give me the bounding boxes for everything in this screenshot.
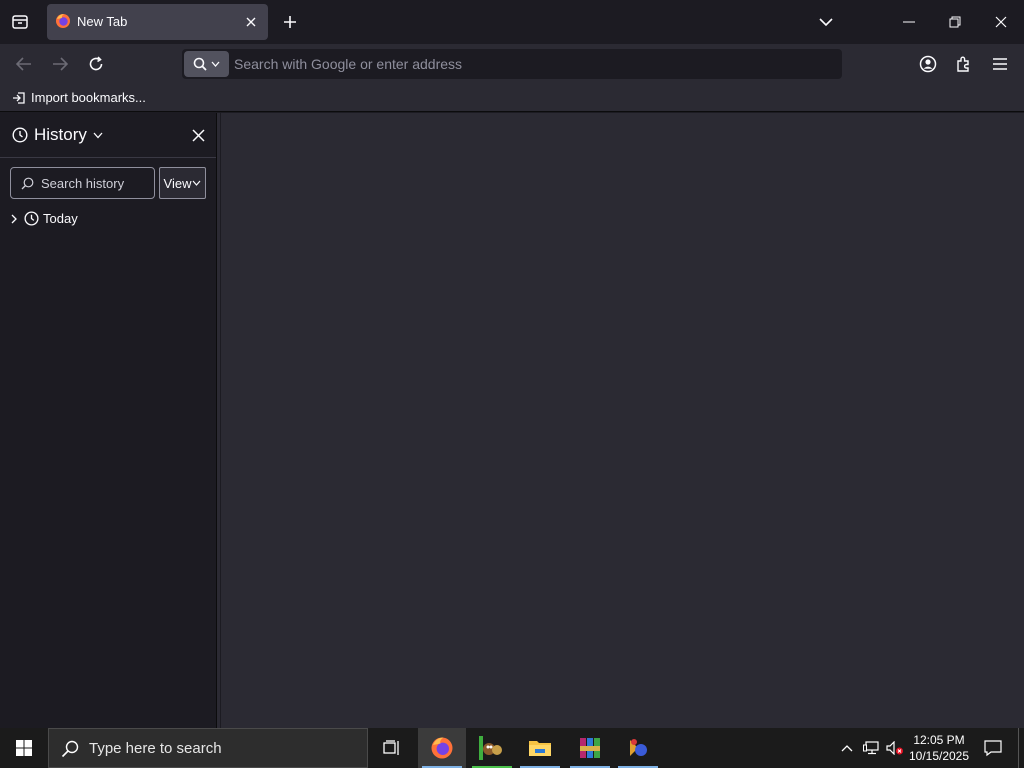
clock-icon bbox=[24, 211, 39, 226]
bookmarks-toolbar: Import bookmarks... bbox=[0, 84, 1024, 112]
search-history-input[interactable] bbox=[41, 168, 151, 198]
address-bar bbox=[182, 49, 842, 79]
hamburger-menu-icon bbox=[993, 58, 1007, 70]
navigation-toolbar bbox=[0, 44, 1024, 84]
forward-button[interactable] bbox=[46, 50, 74, 78]
account-button[interactable] bbox=[914, 50, 942, 78]
restore-icon bbox=[949, 16, 961, 28]
sidebar-divider bbox=[0, 157, 216, 158]
back-button[interactable] bbox=[10, 50, 38, 78]
network-icon bbox=[863, 741, 879, 755]
import-bookmarks-label: Import bookmarks... bbox=[31, 90, 146, 105]
clock-date: 10/15/2025 bbox=[908, 749, 970, 763]
tab-strip: New Tab bbox=[0, 0, 1024, 44]
taskbar-search-placeholder: Type here to search bbox=[89, 740, 222, 757]
taskbar-file-explorer[interactable] bbox=[516, 728, 564, 768]
close-window-button[interactable] bbox=[978, 0, 1024, 44]
chevron-down-icon bbox=[193, 180, 201, 186]
url-input[interactable] bbox=[234, 49, 834, 79]
app-menu-button[interactable] bbox=[986, 50, 1014, 78]
search-icon bbox=[21, 177, 34, 190]
restore-button[interactable] bbox=[932, 0, 978, 44]
close-sidebar-button[interactable] bbox=[184, 123, 212, 147]
task-view-button[interactable] bbox=[368, 728, 416, 768]
taskbar-search-box[interactable]: Type here to search bbox=[48, 728, 368, 768]
close-icon bbox=[191, 128, 205, 142]
sidebar-splitter[interactable] bbox=[216, 113, 220, 728]
sidebar-header: History bbox=[0, 113, 216, 157]
sidebar-title: History bbox=[34, 125, 87, 144]
firefox-icon bbox=[56, 14, 70, 28]
search-icon bbox=[193, 57, 207, 71]
network-button[interactable] bbox=[860, 736, 882, 760]
page-content bbox=[221, 113, 1024, 728]
import-bookmarks-button[interactable]: Import bookmarks... bbox=[12, 90, 146, 105]
minimize-icon bbox=[903, 21, 915, 23]
history-sidebar: History View Today bbox=[0, 113, 216, 728]
clock-time: 12:05 PM bbox=[913, 733, 965, 747]
show-hidden-icons-button[interactable] bbox=[836, 736, 858, 760]
import-icon bbox=[13, 91, 25, 104]
new-tab-button[interactable] bbox=[276, 8, 304, 36]
winrar-icon bbox=[580, 738, 600, 758]
notifications-button[interactable] bbox=[978, 728, 1008, 768]
taskbar-app[interactable] bbox=[614, 728, 662, 768]
chevron-right-icon bbox=[11, 214, 17, 223]
tab-new-tab[interactable]: New Tab bbox=[47, 4, 268, 40]
account-icon bbox=[919, 55, 937, 73]
history-group-label: Today bbox=[43, 211, 78, 226]
close-icon bbox=[246, 17, 256, 27]
close-tab-button[interactable] bbox=[241, 12, 261, 32]
view-label: View bbox=[163, 175, 192, 191]
taskbar-game-app[interactable] bbox=[468, 728, 516, 768]
windows-taskbar: Type here to search 12:05 PM 10/15/2025 bbox=[0, 728, 1024, 768]
show-desktop-button[interactable] bbox=[1018, 728, 1024, 768]
chevron-up-icon bbox=[841, 745, 853, 752]
windows-logo-icon bbox=[16, 740, 32, 756]
volume-button[interactable] bbox=[884, 736, 906, 760]
view-menu-button[interactable]: View bbox=[159, 167, 206, 199]
file-explorer-icon bbox=[529, 741, 551, 756]
search-engine-button[interactable] bbox=[184, 51, 229, 77]
close-icon bbox=[995, 16, 1007, 28]
extensions-button[interactable] bbox=[950, 50, 978, 78]
system-clock[interactable]: 12:05 PM 10/15/2025 bbox=[906, 732, 972, 764]
firefox-icon bbox=[431, 737, 453, 759]
chevron-down-icon bbox=[819, 18, 833, 27]
clock-icon bbox=[12, 127, 28, 143]
back-arrow-icon bbox=[16, 57, 31, 71]
chevron-down-icon bbox=[93, 132, 103, 138]
search-icon bbox=[61, 740, 79, 758]
notification-icon bbox=[984, 740, 1002, 757]
minimize-button[interactable] bbox=[886, 0, 932, 44]
search-history-box bbox=[10, 167, 155, 199]
sidebar-switcher-button[interactable]: History bbox=[12, 125, 103, 145]
volume-muted-icon bbox=[886, 741, 903, 755]
forward-arrow-icon bbox=[53, 57, 68, 71]
tab-title: New Tab bbox=[77, 14, 128, 29]
task-view-icon bbox=[383, 740, 399, 755]
puzzle-icon bbox=[957, 56, 969, 72]
reload-button[interactable] bbox=[82, 50, 110, 78]
app-icon bbox=[630, 739, 647, 756]
start-button[interactable] bbox=[0, 728, 48, 768]
taskbar-firefox[interactable] bbox=[418, 728, 466, 768]
taskbar-winrar[interactable] bbox=[566, 728, 614, 768]
chevron-down-icon bbox=[211, 61, 220, 67]
plus-icon bbox=[284, 16, 296, 28]
game-icon bbox=[479, 736, 502, 760]
firefox-view-icon bbox=[12, 15, 28, 29]
list-all-tabs-button[interactable] bbox=[812, 8, 840, 36]
history-group-today[interactable]: Today bbox=[8, 211, 78, 226]
firefox-view-button[interactable] bbox=[6, 8, 34, 36]
reload-icon bbox=[89, 56, 103, 71]
